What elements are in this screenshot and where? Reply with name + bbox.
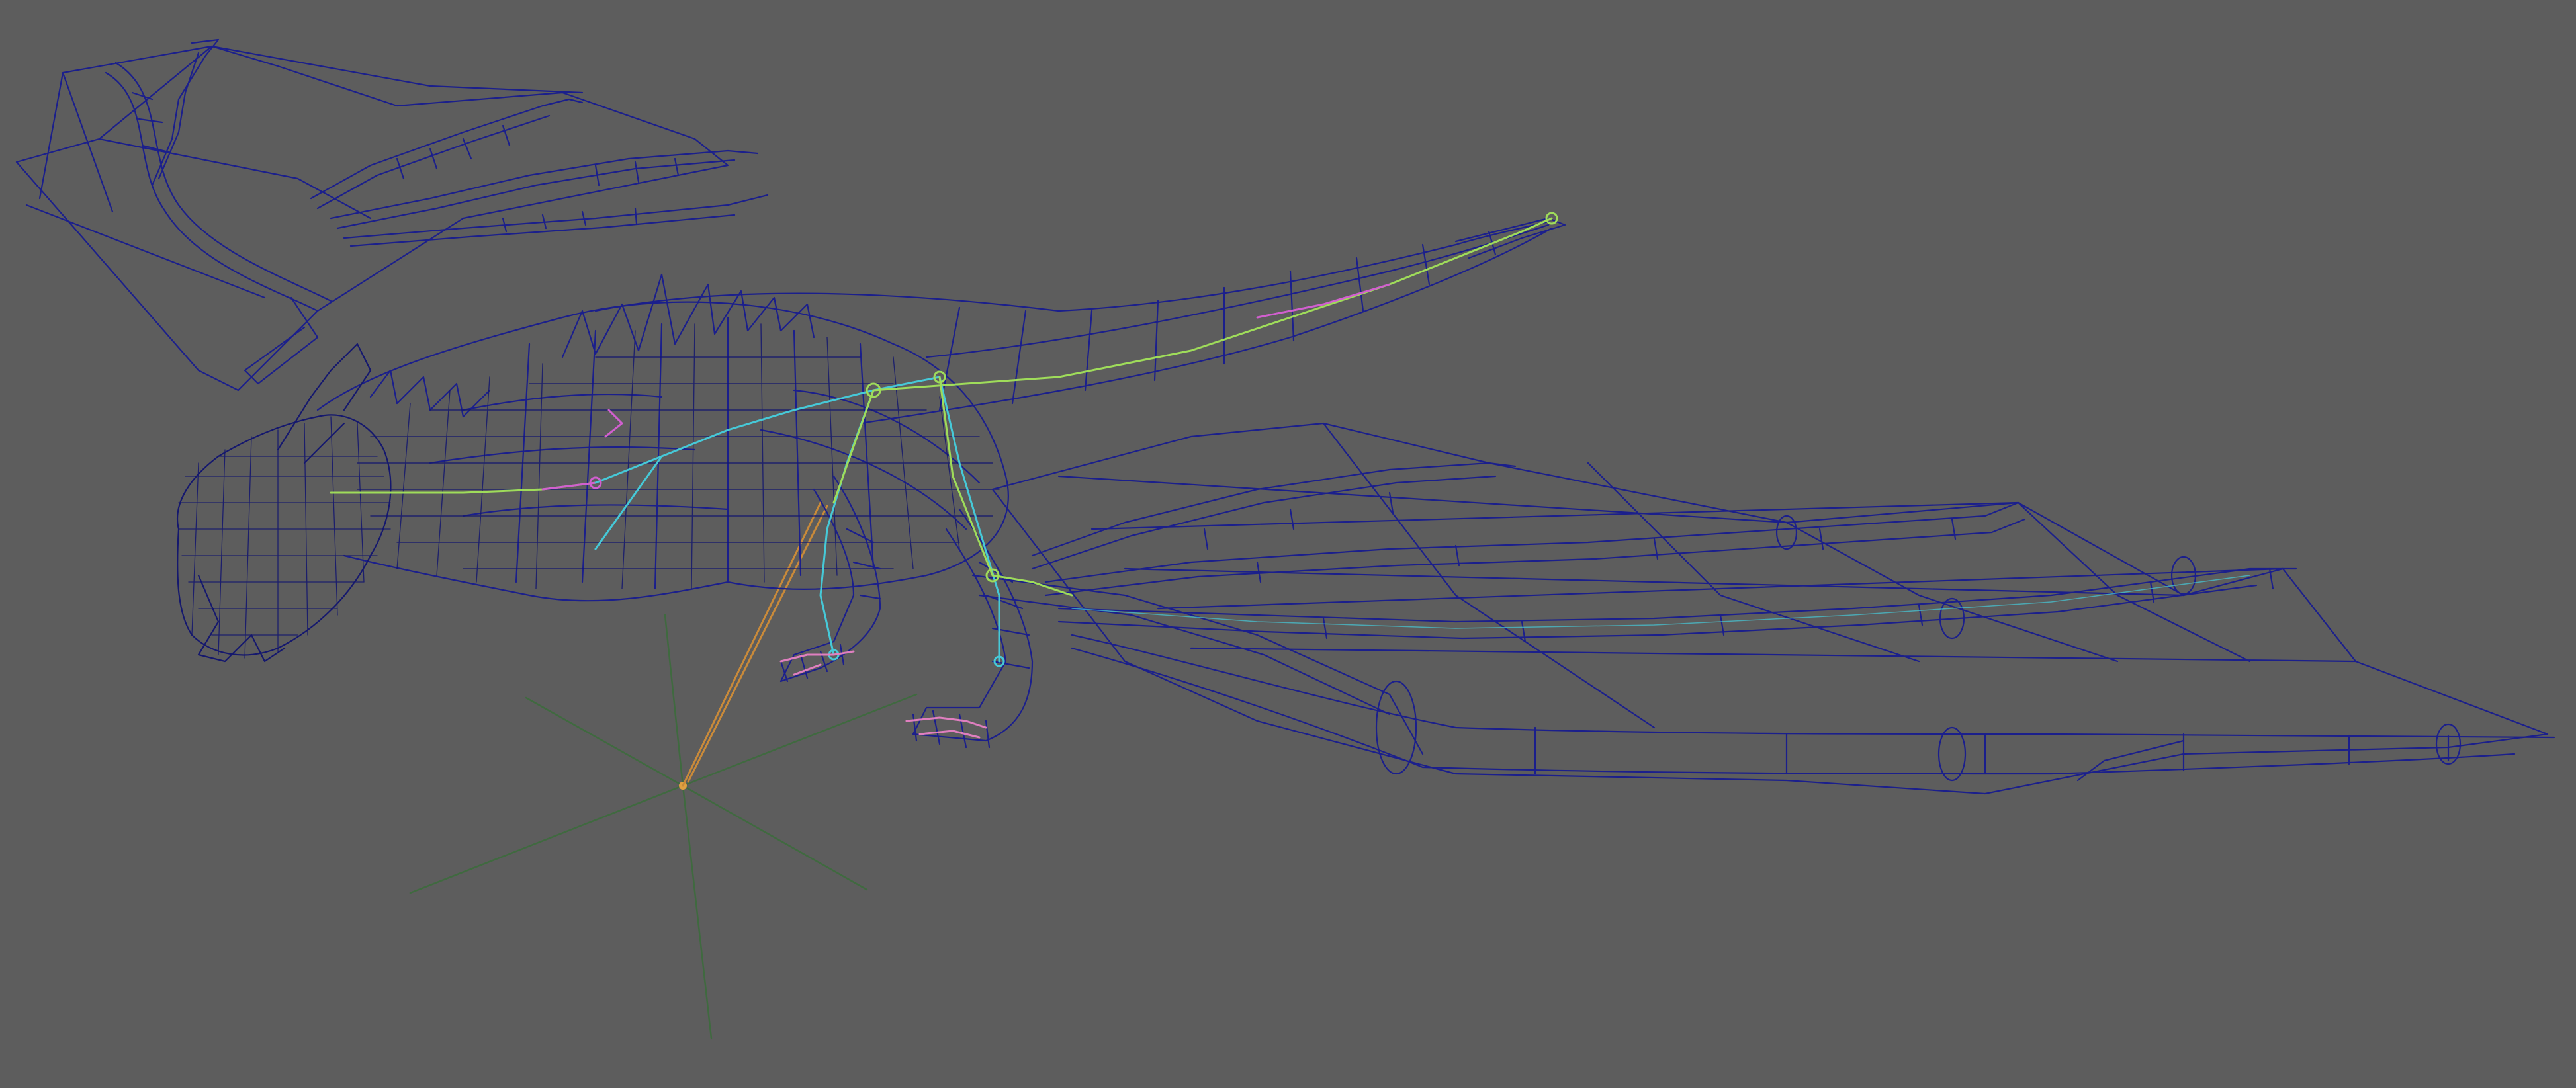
tail-upper-edge (594, 220, 1550, 312)
front-legs-mesh[interactable] (779, 475, 1034, 749)
spine-joint-chain[interactable] (594, 376, 941, 484)
wing-root-joint[interactable] (991, 574, 1073, 597)
head-dense-mesh (178, 416, 391, 659)
world-locator[interactable] (409, 614, 918, 1040)
locator-axis (682, 693, 918, 787)
jaw-joint[interactable] (604, 409, 623, 438)
locator-axis (409, 784, 684, 894)
wing-finger-joint-chain[interactable] (1071, 575, 2250, 629)
wing-joint-cylinder (2170, 556, 2197, 595)
locator-axis (664, 614, 684, 787)
wing-joint-cylinder (1375, 680, 1417, 775)
locator-axis (525, 696, 684, 787)
front-leg-2-claws (912, 710, 991, 749)
near-wing-mesh[interactable] (971, 422, 2555, 795)
torso-dense-mesh (357, 323, 1000, 589)
locator-axis (682, 784, 713, 1040)
torso-outline (316, 301, 1009, 602)
far-wing-finger-1 (151, 38, 220, 187)
far-wing-thumb (244, 296, 319, 385)
ik-handle-line (687, 505, 828, 783)
tail-joint-segment[interactable] (1256, 283, 1391, 319)
front-leg-2 (912, 508, 1034, 742)
head-horns (277, 343, 372, 464)
ik-handle[interactable] (682, 501, 828, 787)
tail-joint-chain[interactable] (872, 217, 1553, 392)
locator-axis (682, 784, 868, 891)
far-wing-finger-2 (310, 98, 584, 210)
far-wing-finger-3 (330, 149, 759, 230)
far-wing-mesh[interactable] (15, 38, 769, 392)
tail-rings (938, 230, 1497, 411)
near-wing-finger-3 (1057, 567, 2297, 640)
far-wing-membrane-lines (25, 45, 584, 299)
far-wing-arm (105, 62, 332, 312)
3d-viewport[interactable] (0, 0, 2576, 1088)
near-wing-finger-rings (1203, 491, 2450, 775)
wing-joint-cylinder (1937, 726, 1967, 782)
wing-claw (2076, 739, 2185, 782)
near-wing-membrane (991, 422, 2549, 795)
back-spines (561, 273, 815, 358)
viewport-canvas[interactable] (0, 0, 2576, 1088)
far-wing-membrane (15, 45, 729, 392)
leg-ik-joint[interactable] (832, 389, 875, 504)
skeleton-rig[interactable] (330, 212, 2250, 739)
near-wing-membrane-lines (1057, 422, 2357, 729)
wing-joint-cylinder (1775, 515, 1798, 550)
